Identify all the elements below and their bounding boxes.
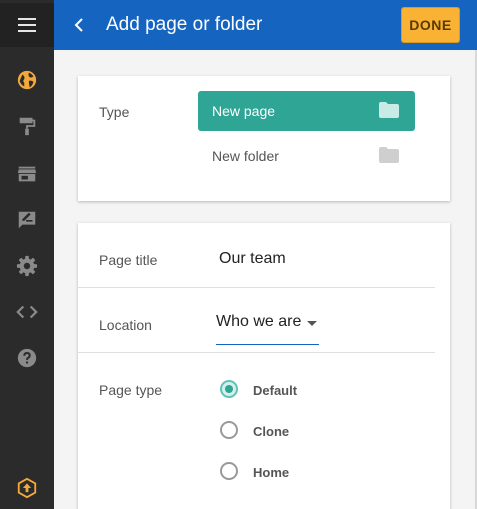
page-type-option-clone[interactable]: Clone bbox=[220, 421, 370, 441]
sidebar-item-code[interactable] bbox=[0, 290, 54, 334]
location-label: Location bbox=[99, 317, 152, 333]
new-folder-label: New folder bbox=[212, 148, 279, 164]
divider bbox=[78, 352, 435, 353]
sidebar-item-settings[interactable] bbox=[0, 244, 54, 288]
folder-icon bbox=[379, 147, 399, 163]
done-button[interactable]: DONE bbox=[401, 7, 460, 43]
main-content: Type New page New folder Page title Our … bbox=[54, 50, 477, 509]
radio-unchecked[interactable] bbox=[220, 462, 238, 480]
new-folder-option[interactable]: New folder bbox=[198, 136, 415, 176]
radio-label: Home bbox=[253, 465, 290, 480]
back-button[interactable] bbox=[64, 10, 94, 40]
sidebar-item-site[interactable] bbox=[0, 58, 54, 102]
header-bar: Add page or folder DONE bbox=[54, 0, 477, 50]
divider bbox=[78, 287, 435, 288]
chevron-left-icon bbox=[74, 18, 83, 32]
sidebar-item-publish[interactable] bbox=[0, 466, 54, 509]
radio-label: Default bbox=[253, 383, 298, 398]
new-page-option[interactable]: New page bbox=[198, 91, 415, 131]
new-page-label: New page bbox=[212, 103, 276, 119]
radio-unchecked[interactable] bbox=[220, 421, 238, 439]
page-title-label: Page title bbox=[99, 252, 158, 268]
page-type-option-default[interactable]: Default bbox=[220, 380, 370, 400]
folder-icon bbox=[379, 102, 399, 118]
location-select[interactable]: Who we are bbox=[216, 308, 319, 345]
menu-button[interactable] bbox=[0, 3, 54, 47]
page-type-option-home[interactable]: Home bbox=[220, 462, 370, 482]
radio-checked[interactable] bbox=[220, 380, 238, 398]
paint-roller-icon bbox=[19, 117, 36, 136]
type-card: Type New page New folder bbox=[78, 76, 450, 201]
sidebar-item-content[interactable] bbox=[0, 198, 54, 242]
caret-down-icon bbox=[307, 321, 317, 326]
menu-icon bbox=[18, 18, 36, 32]
sidebar-item-store[interactable] bbox=[0, 152, 54, 196]
edit-note-icon bbox=[18, 211, 36, 229]
help-icon bbox=[17, 348, 37, 368]
upload-hexagon-icon bbox=[17, 477, 37, 499]
globe-icon bbox=[17, 70, 37, 90]
sidebar-item-help[interactable] bbox=[0, 336, 54, 380]
type-label: Type bbox=[99, 104, 130, 120]
page-type-label: Page type bbox=[99, 382, 163, 398]
page-title: Add page or folder bbox=[106, 14, 263, 35]
sidebar bbox=[0, 0, 54, 509]
location-value: Who we are bbox=[216, 313, 302, 330]
store-icon bbox=[17, 166, 37, 182]
page-details-card: Page title Our team Location Who we are … bbox=[78, 223, 450, 509]
radio-label: Clone bbox=[253, 424, 290, 439]
sidebar-item-design[interactable] bbox=[0, 104, 54, 148]
gear-icon bbox=[16, 255, 38, 277]
page-title-input[interactable]: Our team bbox=[219, 250, 286, 268]
code-icon bbox=[16, 305, 38, 319]
